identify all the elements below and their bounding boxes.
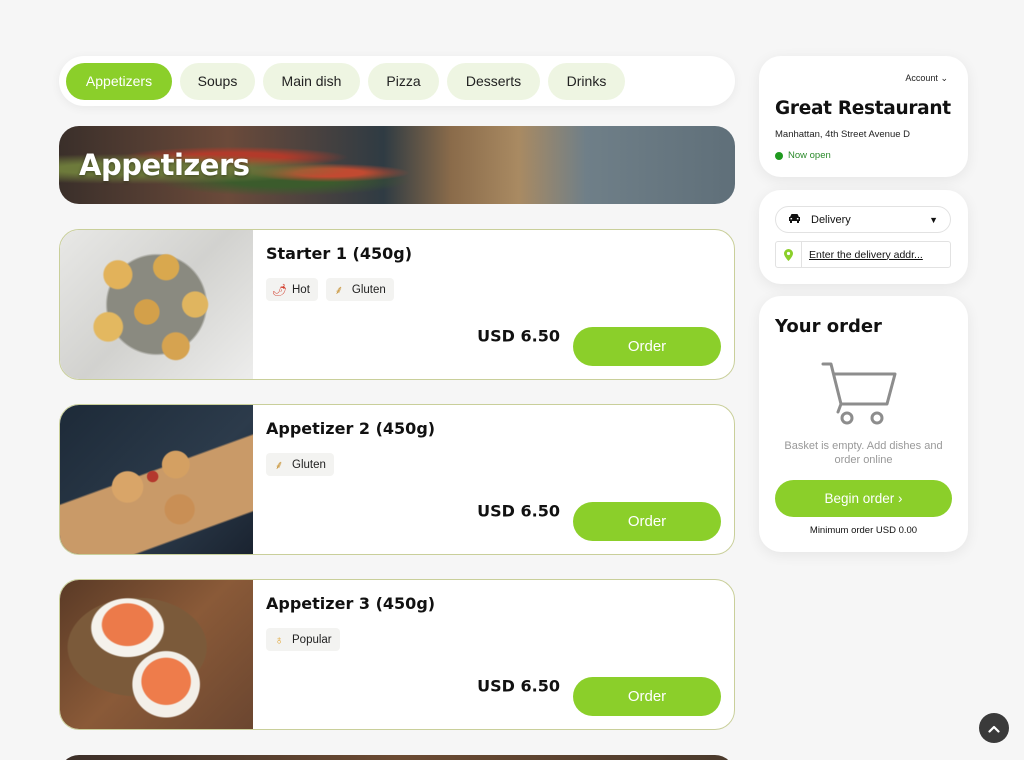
order-button[interactable]: Order <box>573 502 721 541</box>
banner-title: Appetizers <box>79 148 250 182</box>
wheat-icon: ⸙ <box>334 283 344 297</box>
caret-down-icon: ▼ <box>929 214 938 225</box>
address-placeholder: Enter the delivery addr... <box>809 248 923 261</box>
scroll-to-top-button[interactable] <box>979 713 1009 743</box>
chevron-up-icon <box>988 721 1000 736</box>
chili-icon: 🌶 <box>272 282 288 297</box>
minimum-order: Minimum order USD 0.00 <box>809 525 918 536</box>
product-price: USD 6.50 <box>477 676 560 696</box>
tab-appetizers[interactable]: Appetizers <box>66 62 172 100</box>
product-card-partial <box>59 755 735 760</box>
tab-drinks[interactable]: Drinks <box>548 62 625 100</box>
tag-gluten: ⸙ Gluten <box>266 453 334 476</box>
tag-label: Gluten <box>351 283 386 296</box>
tag-popular: ♁ Popular <box>266 628 340 651</box>
product-image <box>60 580 253 729</box>
order-title: Your order <box>775 316 882 337</box>
delivery-mode-label: Delivery <box>811 213 851 226</box>
order-panel: Your order Basket is empty. Add dishes a… <box>759 296 968 552</box>
product-tags: ♁ Popular <box>266 628 340 651</box>
delivery-address-input[interactable]: Enter the delivery addr... <box>775 241 951 268</box>
tag-gluten: ⸙ Gluten <box>325 278 394 301</box>
tag-label: Popular <box>292 633 332 646</box>
restaurant-name: Great Restaurant <box>775 98 951 119</box>
account-menu[interactable]: Account ⌄ <box>905 73 948 84</box>
product-card: Starter 1 (450g) 🌶 Hot ⸙ Gluten USD 6.50… <box>59 229 735 380</box>
category-banner: Appetizers <box>59 126 735 204</box>
restaurant-address: Manhattan, 4th Street Avenue D <box>775 129 911 140</box>
location-pin-icon <box>776 242 802 267</box>
delivery-panel: Delivery ▼ Enter the delivery addr... <box>759 190 968 284</box>
product-card: Appetizer 3 (450g) ♁ Popular USD 6.50 Or… <box>59 579 735 730</box>
product-name: Appetizer 3 (450g) <box>266 594 436 613</box>
product-tags: 🌶 Hot ⸙ Gluten <box>266 278 394 301</box>
order-button[interactable]: Order <box>573 677 721 716</box>
tab-desserts[interactable]: Desserts <box>447 62 540 100</box>
product-image <box>60 405 253 554</box>
tab-soups[interactable]: Soups <box>180 62 255 100</box>
tab-pizza[interactable]: Pizza <box>368 62 439 100</box>
empty-basket-message: Basket is empty. Add dishes and order on… <box>784 440 943 466</box>
product-price: USD 6.50 <box>477 326 560 346</box>
tag-hot: 🌶 Hot <box>266 278 318 301</box>
product-price: USD 6.50 <box>477 501 560 521</box>
order-button[interactable]: Order <box>573 327 721 366</box>
category-tab-bar: Appetizers Soups Main dish Pizza Dessert… <box>59 56 735 106</box>
product-tags: ⸙ Gluten <box>266 453 334 476</box>
product-name: Starter 1 (450g) <box>266 244 412 263</box>
begin-order-button[interactable]: Begin order › <box>775 480 952 517</box>
restaurant-info-panel: Account ⌄ Great Restaurant Manhattan, 4t… <box>759 56 968 177</box>
tab-main-dish[interactable]: Main dish <box>263 62 360 100</box>
status-text: Now open <box>788 150 831 161</box>
product-image <box>60 230 253 379</box>
tag-label: Hot <box>292 283 310 296</box>
product-card: Appetizer 2 (450g) ⸙ Gluten USD 6.50 Ord… <box>59 404 735 555</box>
open-status: Now open <box>775 150 831 161</box>
chevron-down-icon: ⌄ <box>940 73 948 83</box>
account-label: Account <box>905 73 938 83</box>
shopping-cart-icon <box>821 362 897 425</box>
delivery-mode-select[interactable]: Delivery ▼ <box>775 206 951 233</box>
medal-icon: ♁ <box>274 632 284 647</box>
product-name: Appetizer 2 (450g) <box>266 419 436 438</box>
status-dot-icon <box>775 151 783 160</box>
car-icon <box>788 213 801 227</box>
wheat-icon: ⸙ <box>274 458 284 472</box>
tag-label: Gluten <box>292 458 326 471</box>
